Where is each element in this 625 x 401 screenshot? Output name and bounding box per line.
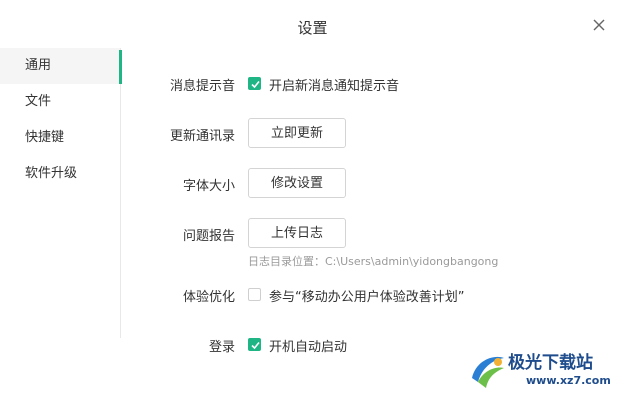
experience-label: 体验优化 [182, 290, 235, 305]
sidebar-item-files[interactable]: 文件 [0, 84, 120, 120]
upload-log-button[interactable]: 上传日志 [248, 218, 346, 248]
sidebar-item-label: 文件 [25, 94, 52, 109]
experience-program-option-label: 参与“移动办公用户体验改善计划” [269, 290, 465, 305]
watermark-logo-icon [472, 356, 504, 388]
site-watermark: 极光下载站 www.xz7.com [468, 346, 618, 396]
close-icon[interactable] [590, 16, 608, 34]
login-label: 登录 [208, 340, 235, 355]
notification-sound-option-label: 开启新消息通知提示音 [269, 79, 400, 94]
watermark-url: www.xz7.com [526, 374, 611, 387]
check-icon [251, 341, 260, 350]
check-icon [251, 80, 260, 89]
settings-sidebar: 通用 文件 快捷键 软件升级 [0, 48, 122, 338]
dialog-title: 设置 [297, 19, 328, 37]
problem-report-label: 问题报告 [182, 229, 235, 244]
update-now-button[interactable]: 立即更新 [248, 118, 346, 148]
update-contacts-label: 更新通讯录 [169, 129, 235, 144]
notification-sound-label: 消息提示音 [169, 79, 235, 94]
settings-dialog: 设置 通用 文件 快捷键 软件升级 消息提示音 开启新消息通知提示音 更新通讯录… [0, 0, 625, 401]
sidebar-item-software-upgrade[interactable]: 软件升级 [0, 156, 120, 192]
watermark-text: 极光下载站 [508, 353, 593, 373]
font-size-label: 字体大小 [182, 179, 235, 194]
auto-start-option-label: 开机自动启动 [269, 340, 348, 355]
log-path-hint: 日志目录位置：C:\Users\admin\yidongbangong [248, 255, 499, 268]
sidebar-item-label: 通用 [25, 58, 52, 73]
sidebar-item-general[interactable]: 通用 [0, 48, 122, 84]
sidebar-item-shortcuts[interactable]: 快捷键 [0, 120, 120, 156]
modify-settings-button[interactable]: 修改设置 [248, 168, 346, 198]
notification-sound-checkbox[interactable] [248, 77, 261, 90]
auto-start-checkbox[interactable] [248, 338, 261, 351]
sidebar-item-label: 快捷键 [25, 130, 65, 145]
experience-program-checkbox[interactable] [248, 288, 261, 301]
sidebar-item-label: 软件升级 [25, 166, 78, 181]
